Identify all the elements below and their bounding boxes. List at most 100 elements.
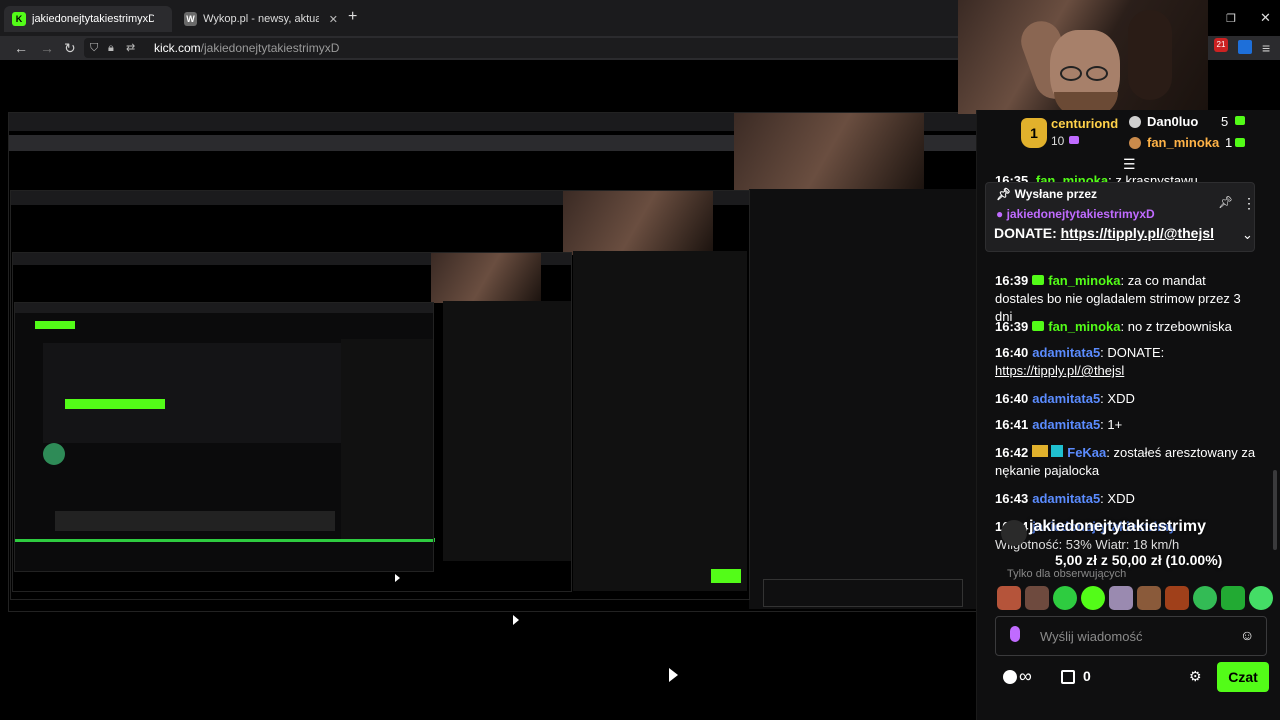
chat-message: 16:39 fan_minoka: no z trzebowniska [995,319,1232,334]
menu-icon[interactable]: ≡ [1262,39,1270,57]
captured-avatar [43,443,65,465]
pinned-link[interactable]: https://tipply.pl/@thejsl [1061,225,1214,241]
donation-title: jakiedonejtytakiestrimy [1029,518,1206,535]
captured-chat [749,189,979,609]
chat-message: 16:41 adamitata5: 1+ [995,417,1123,432]
send-chat-button[interactable]: Czat [1217,662,1269,692]
emote-icon[interactable] [1081,586,1105,610]
chat-message: 16:42 FeKaa: zostałeś aresztowany za nęka… [995,445,1256,478]
captured-webcam [431,253,541,303]
cursor-icon [513,615,519,625]
sub-badge-icon [1032,275,1045,285]
emote-icon[interactable] [1193,586,1217,610]
chat-panel: 1 centuriond 10 Dan0luo 5 fan_minoka 1 ☰… [976,110,1280,720]
chat-scrollbar[interactable] [1273,470,1277,550]
pinned-user[interactable]: ● jakiedonejtytakiestrimyxD [996,207,1155,221]
captured-send-button [711,569,741,583]
tab-title: Wykop.pl - newsy, aktualności, [203,13,319,25]
captured-thumbnails [55,511,335,531]
wykop-favicon-icon: W [184,12,198,26]
chat-message: 16:40 adamitata5: DONATE: https://tipply.… [995,345,1165,378]
emoji-icon[interactable]: ☺ [1240,627,1254,643]
gift-icon[interactable] [1061,670,1075,684]
captured-webcam [563,191,713,255]
unpin-icon[interactable]: 📌︎ [1218,195,1233,209]
expand-leaderboard-icon[interactable]: ☰ [1123,156,1136,173]
first-place-badge: 1 [1021,118,1047,148]
back-icon[interactable]: ← [14,39,28,57]
microphone-icon[interactable] [1010,626,1020,642]
donation-amount: 5,00 zł z 50,00 zł (10.00%) [1055,552,1223,568]
tab-title: jakiedonejtytakiestrimyxD Strea [32,13,154,25]
chat-input[interactable]: Wyślij wiadomość ☺ [995,616,1267,656]
leader-third-value: 1 [1225,135,1233,150]
new-tab-button[interactable]: + [348,8,357,26]
chevron-down-icon[interactable]: ⌄ [1242,227,1253,243]
dark-arm [1128,10,1172,100]
pin-icon: 📌︎ [996,187,1012,201]
extension-badge[interactable]: 21 [1214,38,1228,52]
pinned-header: 📌︎ Wysłane przez [996,187,1098,201]
close-icon[interactable]: ✕ [329,13,338,26]
sub-icon [1235,116,1245,125]
captured-input [763,579,963,607]
restore-icon[interactable]: ❐ [1226,12,1236,25]
emote-icon[interactable] [1165,586,1189,610]
mic-icon: ● [996,207,1004,221]
emote-icon[interactable] [1249,586,1273,610]
donation-sub: Tylko dla obserwujących [1007,568,1127,580]
captured-tab-strip [15,303,433,313]
crown-badge-icon [1032,445,1049,457]
emote-icon[interactable] [1109,586,1133,610]
emote-icon[interactable] [1053,586,1077,610]
channel-points-icon[interactable] [1003,670,1017,684]
captured-follow-button [65,399,165,409]
more-options-icon[interactable]: ⋮ [1242,195,1256,212]
url-path: /jakiedonejtytakiestrimyxD [200,41,340,55]
gift-count: 0 [1083,668,1091,684]
emote-icon[interactable] [997,586,1021,610]
captured-progress [15,539,433,542]
leader-first-name[interactable]: centuriond [1051,116,1118,131]
webcam-overlay [958,0,1208,114]
url-host: kick.com [154,41,201,55]
donation-avatar [1001,520,1027,546]
mouse-cursor-icon [669,668,678,682]
captured-webcam [734,113,924,193]
shield-icon: ⛉ [90,42,99,54]
settings-gear-icon[interactable]: ⚙ [1189,668,1202,685]
pinned-message[interactable]: 📌︎ Wysłane przez ● jakiedonejtytakiestri… [985,182,1256,252]
kick-favicon-icon: K [12,12,26,26]
captured-chat [341,339,433,539]
sub-badge-icon [1032,321,1045,331]
permissions-icon: ⇄ [126,42,136,54]
glasses-left [1060,66,1082,81]
emote-icon[interactable] [1025,586,1049,610]
message-link[interactable]: https://tipply.pl/@thejsl [995,363,1124,378]
pinned-text: DONATE: https://tipply.pl/@thejsl [994,225,1215,241]
extension-icon[interactable] [1238,40,1252,54]
reload-icon[interactable]: ↻ [64,39,76,57]
leader-second-value: 5 [1221,114,1229,129]
forward-icon[interactable]: → [40,39,54,57]
leader-second-name[interactable]: Dan0luo [1147,114,1198,129]
captured-chat [573,251,747,591]
chat-message: 16:43 adamitata5: XDD [995,491,1135,506]
captured-stream-player [43,343,343,443]
lock-icon: 🔒︎ [108,42,114,54]
browser-tab-strip: K jakiedonejtytakiestrimyxD Strea W Wyko… [0,0,960,36]
emote-icon[interactable] [1137,586,1161,610]
leader-third-name[interactable]: fan_minoka [1147,135,1219,150]
vip-badge-icon [1051,445,1064,457]
cursor-icon [395,574,400,582]
emote-icon[interactable] [1221,586,1245,610]
silver-medal-icon [1129,116,1141,128]
tab-wykop[interactable]: W Wykop.pl - newsy, aktualności, ✕ [176,6,346,32]
screen-capture-level-4 [14,302,434,572]
close-window-icon[interactable]: ✕ [1260,10,1271,26]
tab-kick-stream[interactable]: K jakiedonejtytakiestrimyxD Strea [4,6,172,32]
channel-points-value: ∞ [1019,666,1032,686]
chat-input-placeholder: Wyślij wiadomość [1040,629,1143,644]
captured-chat [443,301,571,561]
sub-icon [1235,138,1245,147]
